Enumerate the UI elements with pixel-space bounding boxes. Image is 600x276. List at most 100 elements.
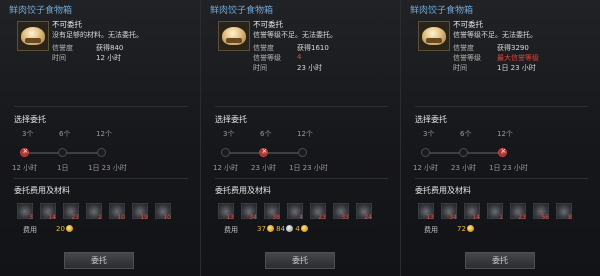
commission-window: 鲜肉饺子食物箱 不可委托 没有足够的材料。无法委托。 信誉度 获得840 时间 … xyxy=(0,0,600,276)
time-label: 时间 xyxy=(453,64,467,72)
time-option-1: 12 小时 xyxy=(213,164,239,172)
material-qty: 24 xyxy=(364,214,372,221)
option-node-2[interactable] xyxy=(259,147,268,157)
time-option-2: 23 小时 xyxy=(251,164,277,172)
fee-amount: 72 xyxy=(457,225,474,233)
material-icon[interactable]: 13 xyxy=(418,203,434,221)
fee-gold-2: 4 xyxy=(295,225,300,233)
time-option-3: 1日 23 小时 xyxy=(289,164,328,172)
time-value: 23 小时 xyxy=(297,64,323,72)
material-qty: 13 xyxy=(226,214,234,221)
material-qty: 2 xyxy=(98,214,102,221)
material-qty: 23 xyxy=(318,214,326,221)
time-option-2: 1日 xyxy=(57,164,69,172)
material-icon[interactable]: 10 xyxy=(109,203,125,221)
reputation-value: 获得840 xyxy=(96,44,124,52)
material-icon[interactable]: 13 xyxy=(218,203,234,221)
material-icon[interactable]: 56 xyxy=(533,203,549,221)
silver-coin-icon xyxy=(286,225,294,232)
material-icon[interactable]: 23 xyxy=(310,203,326,221)
divider xyxy=(14,178,188,179)
material-icon[interactable]: 1 xyxy=(487,203,503,221)
time-option-3: 1日 23 小时 xyxy=(88,164,127,172)
option-node-1[interactable] xyxy=(421,148,430,157)
option-node-2[interactable] xyxy=(459,148,468,157)
time-row: 时间 12 小时 xyxy=(52,53,121,63)
divider xyxy=(215,106,388,107)
commission-button[interactable]: 委托 xyxy=(64,252,134,269)
reputation-level-label: 信誉等级 xyxy=(253,54,281,62)
dumpling-box-icon[interactable] xyxy=(418,21,450,51)
count-option-6: 6个 xyxy=(59,130,71,138)
material-icon[interactable]: 4 xyxy=(287,203,303,221)
select-commission-heading: 选择委托 xyxy=(415,115,447,124)
commission-button[interactable]: 委托 xyxy=(465,252,535,269)
option-node-3[interactable] xyxy=(498,147,507,157)
material-qty: 14 xyxy=(48,214,56,221)
option-node-3[interactable] xyxy=(97,148,106,157)
gold-coin-icon xyxy=(300,225,308,232)
material-icon[interactable]: 23 xyxy=(510,203,526,221)
option-node-1[interactable] xyxy=(221,148,230,157)
material-qty: 10 xyxy=(163,214,171,221)
panel-title: 鲜肉饺子食物箱 xyxy=(210,6,274,16)
material-icon[interactable]: 23 xyxy=(63,203,79,221)
time-option-1: 12 小时 xyxy=(413,164,439,172)
time-option-3: 1日 23 小时 xyxy=(489,164,528,172)
time-row: 时间 1日 23 小时 xyxy=(453,63,536,73)
count-option-3: 3个 xyxy=(223,130,235,138)
material-icon[interactable]: 14 xyxy=(40,203,56,221)
divider xyxy=(215,178,388,179)
material-qty: 3 xyxy=(29,214,33,221)
panel-title: 鲜肉饺子食物箱 xyxy=(9,6,73,16)
option-node-1[interactable] xyxy=(20,147,29,157)
material-icon[interactable]: 24 xyxy=(356,203,372,221)
reputation-row: 信誉度 获得1610 xyxy=(253,43,329,53)
reputation-label: 信誉度 xyxy=(253,44,274,52)
material-qty: 14 xyxy=(472,214,480,221)
material-icon[interactable]: 3 xyxy=(17,203,33,221)
material-icon[interactable]: 14 xyxy=(464,203,480,221)
material-qty: 4 xyxy=(299,214,303,221)
dumpling-box-icon[interactable] xyxy=(17,21,49,51)
reputation-label: 信誉度 xyxy=(52,44,73,52)
material-icon[interactable]: 33 xyxy=(333,203,349,221)
gold-coin-icon xyxy=(466,225,474,232)
fee-gold: 37 xyxy=(257,225,266,233)
material-icon[interactable]: 34 xyxy=(241,203,257,221)
item-desc: 信誉等级不足。无法委托。 xyxy=(253,31,337,39)
fee-gold: 20 xyxy=(56,225,65,233)
material-qty: 23 xyxy=(71,214,79,221)
material-icon[interactable]: 19 xyxy=(132,203,148,221)
fee-gold: 72 xyxy=(457,225,466,233)
material-icon[interactable]: 8 xyxy=(556,203,572,221)
material-icon[interactable]: 2 xyxy=(86,203,102,221)
count-option-12: 12个 xyxy=(497,130,513,138)
divider xyxy=(14,106,188,107)
reputation-value: 获得3290 xyxy=(497,44,529,52)
option-node-3[interactable] xyxy=(298,148,307,157)
materials-heading: 委托费用及材料 xyxy=(14,186,70,195)
material-icon[interactable]: 38 xyxy=(264,203,280,221)
commission-panel-1: 鲜肉饺子食物箱 不可委托 没有足够的材料。无法委托。 信誉度 获得840 时间 … xyxy=(0,0,200,276)
count-option-6: 6个 xyxy=(260,130,272,138)
material-qty: 34 xyxy=(449,214,457,221)
fee-label: 费用 xyxy=(224,226,238,234)
count-option-12: 12个 xyxy=(297,130,313,138)
reputation-label: 信誉度 xyxy=(453,44,474,52)
reputation-level-row: 信誉等级 4 xyxy=(253,53,301,63)
time-label: 时间 xyxy=(52,54,66,62)
dumpling-box-icon[interactable] xyxy=(218,21,250,51)
material-qty: 10 xyxy=(117,214,125,221)
material-qty: 56 xyxy=(541,214,549,221)
select-commission-heading: 选择委托 xyxy=(215,115,247,124)
material-icon[interactable]: 10 xyxy=(155,203,171,221)
reputation-level-row: 信誉等级 最大信誉等级 xyxy=(453,53,539,63)
select-commission-heading: 选择委托 xyxy=(14,115,46,124)
material-icon[interactable]: 34 xyxy=(441,203,457,221)
reputation-level-label: 信誉等级 xyxy=(453,54,481,62)
material-qty: 23 xyxy=(518,214,526,221)
commission-button[interactable]: 委托 xyxy=(265,252,335,269)
option-node-2[interactable] xyxy=(58,148,67,157)
material-qty: 34 xyxy=(249,214,257,221)
